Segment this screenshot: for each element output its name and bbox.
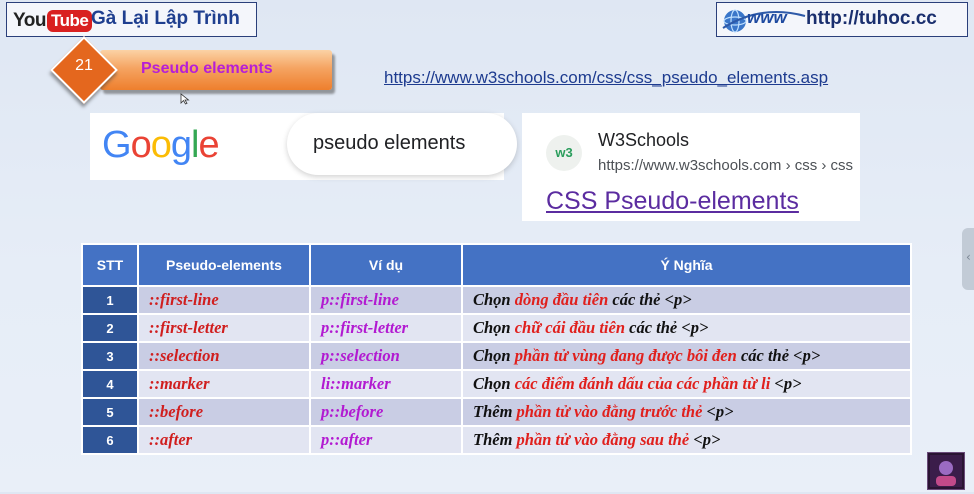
- row-stt: 4: [81, 369, 139, 399]
- row-stt: 2: [81, 313, 139, 343]
- google-logo-letter: o: [130, 124, 152, 166]
- youtube-logo: You Tube: [13, 9, 93, 33]
- table-row: 3 ::selection p::selection Chọn phần tử …: [81, 341, 912, 371]
- table-header-row: STT Pseudo-elements Ví dụ Ý Nghĩa: [81, 243, 912, 287]
- google-logo-letter: G: [102, 124, 132, 166]
- row-pseudo-element: ::first-letter: [137, 313, 311, 343]
- meaning-suffix: <p>: [702, 402, 734, 421]
- meaning-prefix: Thêm: [473, 402, 517, 421]
- row-example: li::marker: [309, 369, 463, 399]
- lesson-number: 21: [75, 57, 93, 74]
- table-row: 6 ::after p::after Thêm phần tử vào đằng…: [81, 425, 912, 455]
- meaning-suffix: <p>: [770, 374, 802, 393]
- www-globe-icon: www: [722, 8, 806, 33]
- row-pseudo-element: ::selection: [137, 341, 311, 371]
- row-pseudo-element: ::first-line: [137, 285, 311, 315]
- meaning-suffix: <p>: [689, 430, 721, 449]
- meaning-prefix: Chọn: [473, 290, 515, 309]
- header-example: Ví dụ: [309, 243, 463, 287]
- youtube-logo-tube: Tube: [46, 10, 93, 32]
- row-stt: 3: [81, 341, 139, 371]
- row-pseudo-element: ::marker: [137, 369, 311, 399]
- google-logo-letter: g: [170, 124, 192, 166]
- table-row: 5 ::before p::before Thêm phần tử vào đằ…: [81, 397, 912, 427]
- header-stt: STT: [81, 243, 139, 287]
- google-logo-letter: e: [198, 124, 219, 166]
- result-breadcrumb: https://www.w3schools.com › css › css: [598, 157, 854, 174]
- lesson-title: Pseudo elements: [141, 60, 273, 77]
- meaning-highlight: phần tử vào đằng sau thẻ: [516, 430, 690, 449]
- meaning-suffix: các thẻ <p>: [608, 290, 692, 309]
- youtube-logo-you: You: [13, 10, 46, 31]
- search-query-text[interactable]: pseudo elements: [313, 132, 465, 155]
- google-logo: Google: [102, 124, 220, 167]
- w3schools-favicon-text: w3: [555, 145, 573, 160]
- meaning-highlight: dòng đầu tiên: [514, 290, 609, 309]
- row-meaning: Chọn dòng đầu tiên các thẻ <p>: [461, 285, 912, 315]
- chevron-left-icon: ‹: [966, 250, 971, 264]
- meaning-suffix: các thẻ <p>: [736, 346, 821, 365]
- result-title-link[interactable]: CSS Pseudo-elements: [546, 187, 799, 216]
- avatar: [927, 452, 965, 490]
- row-meaning: Chọn phần tử vùng đang được bôi đen các …: [461, 341, 912, 371]
- row-meaning: Thêm phần tử vào đằng sau thẻ <p>: [461, 425, 912, 455]
- row-meaning: Chọn các điểm đánh dấu của các phần từ l…: [461, 369, 912, 399]
- row-example: p::before: [309, 397, 463, 427]
- row-stt: 5: [81, 397, 139, 427]
- meaning-prefix: Chọn: [473, 346, 515, 365]
- result-site-name: W3Schools: [598, 130, 690, 150]
- table-row: 1 ::first-line p::first-line Chọn dòng đ…: [81, 285, 912, 315]
- row-pseudo-element: ::before: [137, 397, 311, 427]
- row-meaning: Chọn chữ cái đầu tiên các thẻ <p>: [461, 313, 912, 343]
- google-logo-letter: o: [150, 124, 172, 166]
- mouse-cursor-icon: [180, 93, 190, 105]
- reference-link[interactable]: https://www.w3schools.com/css/css_pseudo…: [384, 68, 828, 88]
- meaning-highlight: các điểm đánh dấu của các phần từ li: [514, 374, 771, 393]
- avatar-image-icon: [930, 455, 962, 487]
- header-pseudo-elements: Pseudo-elements: [137, 243, 311, 287]
- meaning-highlight: phần tử vùng đang được bôi đen: [514, 346, 737, 365]
- meaning-prefix: Chọn: [473, 374, 515, 393]
- row-example: p::selection: [309, 341, 463, 371]
- website-box: www http://tuhoc.cc: [716, 2, 968, 37]
- meaning-highlight: chữ cái đầu tiên: [514, 318, 625, 337]
- header-meaning: Ý Nghĩa: [461, 243, 912, 287]
- row-example: p::first-letter: [309, 313, 463, 343]
- row-example: p::after: [309, 425, 463, 455]
- row-example: p::first-line: [309, 285, 463, 315]
- www-icon-text: www: [747, 8, 788, 27]
- pseudo-elements-table: STT Pseudo-elements Ví dụ Ý Nghĩa 1 ::fi…: [81, 243, 912, 455]
- row-stt: 1: [81, 285, 139, 315]
- row-meaning: Thêm phần tử vào đằng trước thẻ <p>: [461, 397, 912, 427]
- channel-name: Gà Lại Lập Trình: [91, 8, 240, 29]
- website-url[interactable]: http://tuhoc.cc: [806, 8, 937, 30]
- table-row: 4 ::marker li::marker Chọn các điểm đánh…: [81, 369, 912, 399]
- meaning-prefix: Chọn: [473, 318, 515, 337]
- youtube-channel-box: You Tube Gà Lại Lập Trình: [6, 2, 257, 37]
- meaning-suffix: các thẻ <p>: [625, 318, 709, 337]
- table-row: 2 ::first-letter p::first-letter Chọn ch…: [81, 313, 912, 343]
- row-stt: 6: [81, 425, 139, 455]
- meaning-prefix: Thêm: [473, 430, 517, 449]
- meaning-highlight: phần tử vào đằng trước thẻ: [516, 402, 703, 421]
- row-pseudo-element: ::after: [137, 425, 311, 455]
